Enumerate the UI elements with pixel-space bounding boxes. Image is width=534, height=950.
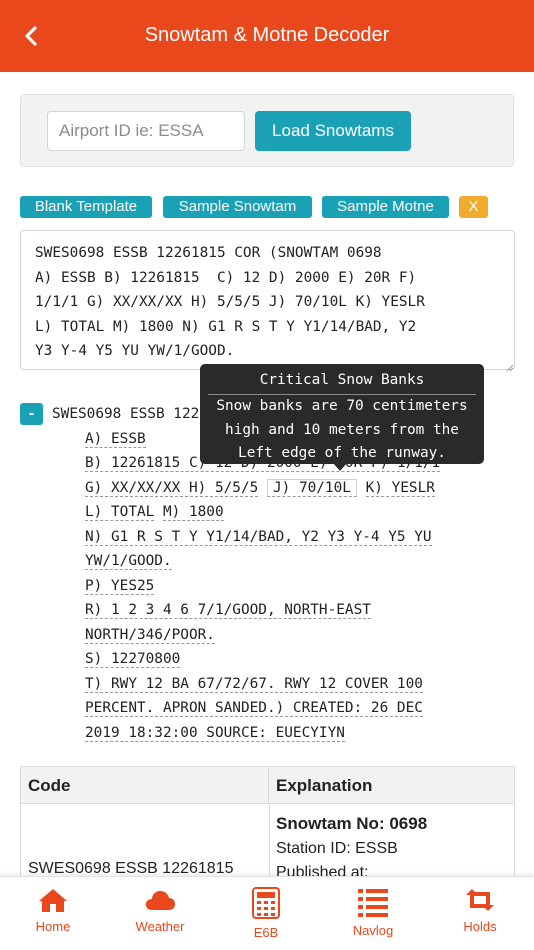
tab-label: Holds: [463, 919, 497, 934]
collapse-button[interactable]: -: [20, 403, 43, 425]
explanation-title: Snowtam No: 0698: [276, 814, 428, 833]
field-tooltip: Critical Snow Banks Snow banks are 70 ce…: [200, 364, 484, 464]
sample-motne-button[interactable]: Sample Motne: [322, 196, 449, 218]
load-snowtams-button[interactable]: Load Snowtams: [255, 111, 411, 151]
tab-label: Home: [35, 919, 71, 934]
message-textarea[interactable]: SWES0698 ESSB 12261815 COR (SNOWTAM 0698…: [20, 230, 515, 370]
blank-template-button[interactable]: Blank Template: [20, 196, 152, 218]
tooltip-body: Snow banks are 70 centimeters high and 1…: [200, 395, 484, 466]
tooltip-title: Critical Snow Banks: [259, 372, 425, 388]
tab-label: Weather: [135, 919, 185, 934]
decoded-field-k[interactable]: K) YESLR: [365, 479, 435, 497]
decoded-field-r[interactable]: R) 1 2 3 4 6 7/1/GOOD, NORTH-EAST: [85, 602, 371, 619]
decoded-field-t[interactable]: T) RWY 12 BA 67/72/67. RWY 12 COVER 100: [85, 675, 423, 693]
column-header-code: Code: [21, 767, 269, 804]
retweet-icon: [466, 889, 494, 911]
decoded-field-p[interactable]: P) YES25: [85, 577, 155, 595]
bottom-tab-bar: Home Weather E6B Navlog Holds: [0, 876, 534, 950]
page-title: Snowtam & Motne Decoder: [144, 24, 390, 46]
decoded-field-n[interactable]: N) G1 R S T Y Y1/14/BAD, Y2 Y3 Y-4 Y5 YU: [85, 528, 432, 546]
decoded-field-s[interactable]: S) 12270800: [85, 651, 181, 668]
decoded-field-g[interactable]: G) XX/XX/XX H) 5/5/5: [85, 479, 259, 497]
decoded-field-j[interactable]: J) 70/10L: [266, 478, 357, 497]
tooltip-arrow: [333, 463, 347, 471]
tab-label: Navlog: [352, 923, 394, 938]
column-header-explanation: Explanation: [269, 767, 514, 804]
explanation-table: Code Explanation SWES0698 ESSB 12261815 …: [20, 766, 515, 894]
tab-navlog[interactable]: Navlog: [328, 887, 418, 938]
tab-holds[interactable]: Holds: [435, 887, 525, 934]
decoded-field-r-cont[interactable]: NORTH/346/POOR.: [85, 626, 215, 644]
decoded-field-m[interactable]: M) 1800: [162, 504, 224, 521]
decoded-field-t-cont[interactable]: PERCENT. APRON SANDED.) CREATED: 26 DEC: [85, 700, 423, 717]
airport-id-input[interactable]: [47, 111, 245, 151]
tooltip-line: Snow banks are 70 centimeters: [216, 398, 468, 414]
resize-handle-icon[interactable]: [504, 359, 514, 372]
decoded-field-n-cont[interactable]: YW/1/GOOD.: [85, 553, 172, 570]
decoded-field-a[interactable]: A) ESSB: [85, 430, 146, 448]
table-cell-explanation: Snowtam No: 0698 Station ID: ESSB Publis…: [276, 812, 427, 886]
explanation-line: Station ID: ESSB: [276, 839, 398, 857]
tab-home[interactable]: Home: [8, 887, 98, 934]
decoded-field-l[interactable]: L) TOTAL: [85, 504, 155, 521]
list-icon: [358, 889, 388, 917]
tab-e6b[interactable]: E6B: [221, 887, 311, 940]
app-header: Snowtam & Motne Decoder: [0, 0, 534, 72]
clear-button[interactable]: X: [459, 196, 488, 218]
home-icon: [39, 889, 67, 912]
tab-label: E6B: [253, 925, 279, 940]
sample-snowtam-button[interactable]: Sample Snowtam: [163, 196, 312, 218]
tooltip-line: Left edge of the runway.: [238, 445, 446, 461]
cloud-icon: [145, 891, 175, 910]
decoded-field-t-cont2[interactable]: 2019 18:32:00 SOURCE: EUECYIYN: [85, 724, 345, 742]
tooltip-line: high and 10 meters from the: [225, 421, 459, 438]
load-panel: Load Snowtams: [20, 94, 514, 167]
tab-weather[interactable]: Weather: [115, 887, 205, 934]
calculator-icon: [252, 887, 280, 919]
